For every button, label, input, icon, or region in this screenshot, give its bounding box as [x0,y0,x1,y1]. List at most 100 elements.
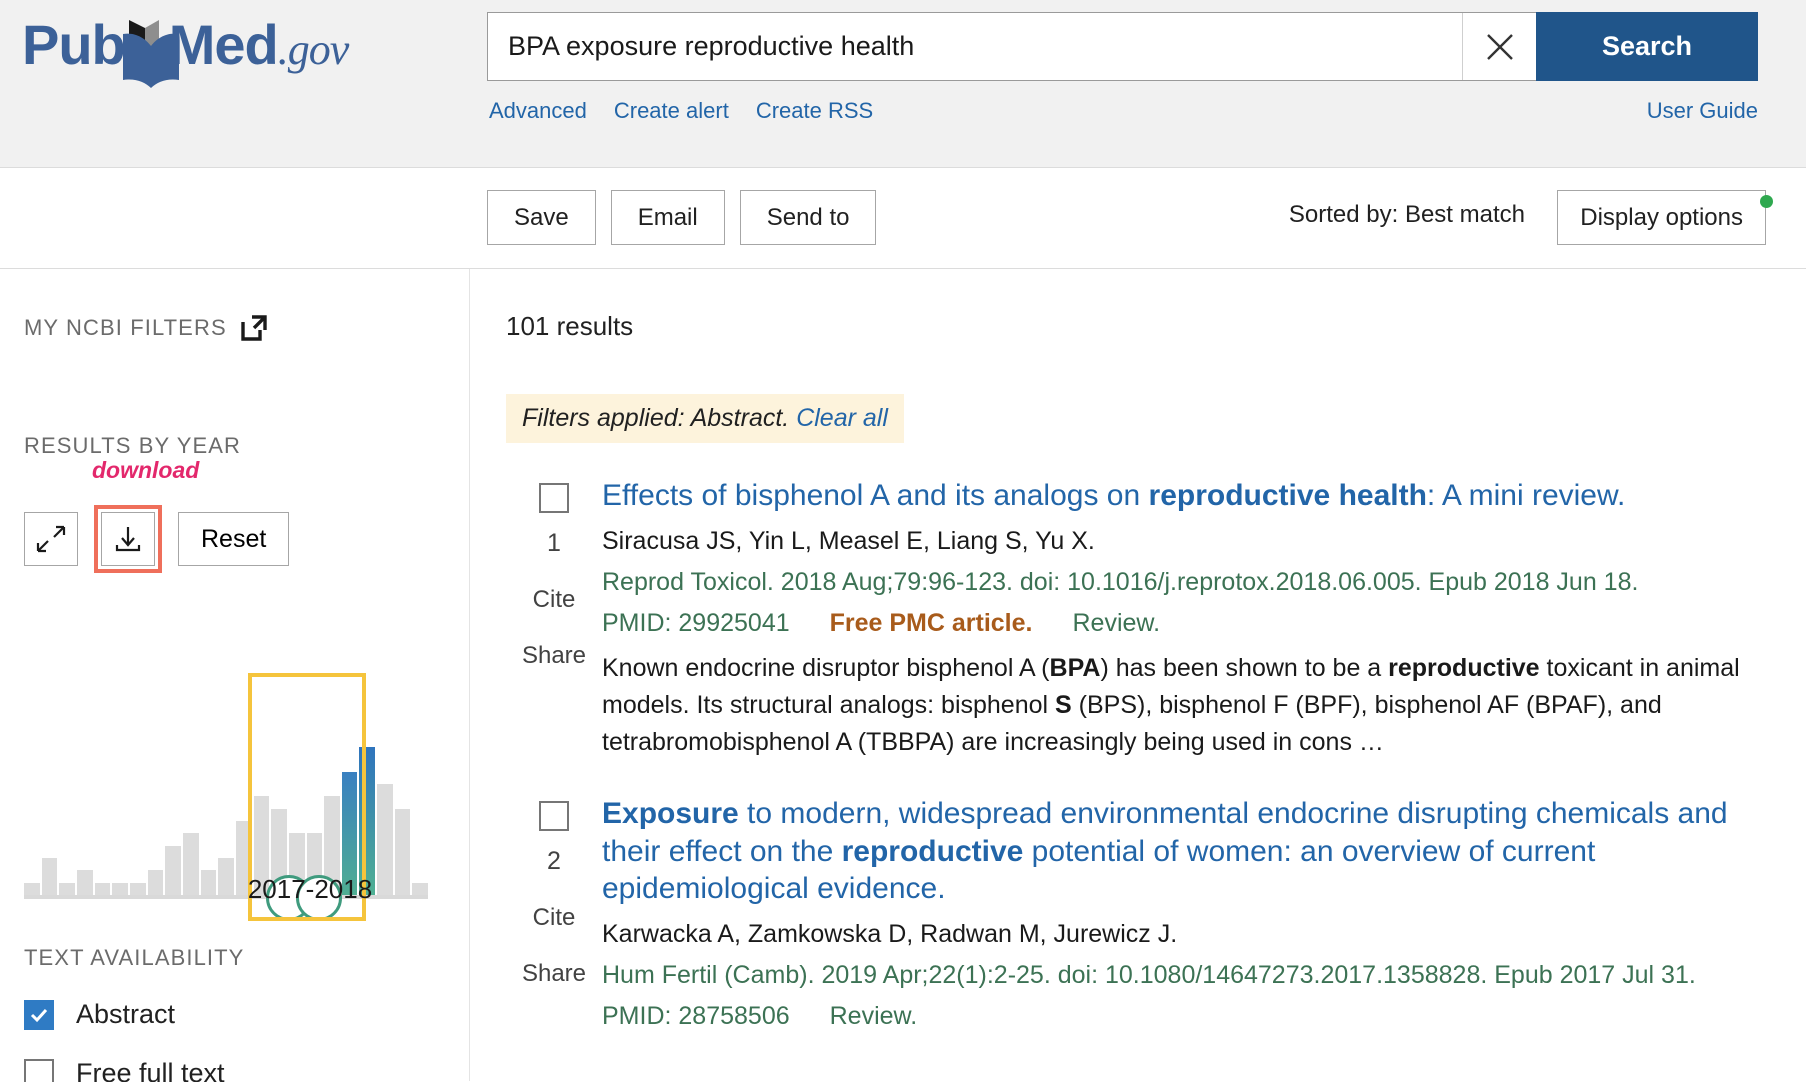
send-to-button[interactable]: Send to [739,190,877,245]
result-meta: PMID: 28758506 Review. [602,1002,1746,1031]
download-annotation-label: download [92,457,200,483]
email-button[interactable]: Email [610,190,725,245]
results-list: 1 Cite Share Effects of bisphenol A and its… [506,477,1746,1031]
create-rss-link[interactable]: Create RSS [756,98,873,124]
filters-applied-text: Filters applied: Abstract. [522,404,790,432]
result-title[interactable]: Exposure to modern, widespread environme… [602,795,1746,908]
close-icon [1486,33,1513,60]
chart-bar[interactable] [394,808,411,895]
display-options-button[interactable]: Display options [1557,190,1766,245]
chart-bar[interactable] [147,870,164,895]
search-box [487,12,1536,81]
reset-chart-button[interactable]: Reset [178,512,290,566]
results-action-bar: Save Email Send to Sorted by: Best match… [0,168,1806,269]
result-checkbox[interactable] [539,483,569,513]
result-citation: Reprod Toxicol. 2018 Aug;79:96-123. doi:… [602,567,1639,596]
result-number: 2 [547,846,561,875]
user-guide-link[interactable]: User Guide [1647,98,1758,124]
logo-text-pub: Pub [22,13,126,76]
chart-bar[interactable] [359,747,376,895]
year-range-labels: 2017 - 2018 [240,874,380,905]
download-icon [115,527,141,552]
chart-bar[interactable] [165,845,181,895]
download-chart-button[interactable] [101,512,155,566]
year-range-end: 2018 [314,874,373,904]
text-availability-section: TEXT AVAILABILITY Abstract Free full tex… [24,945,244,1082]
clear-search-button[interactable] [1462,13,1536,80]
result-pmid: PMID: 29925041 [602,608,790,637]
result-checkbox[interactable] [539,800,569,831]
result-pmid: PMID: 28758506 [602,1002,790,1031]
display-options-label: Display options [1580,203,1743,231]
expand-icon [36,525,66,553]
chart-bar[interactable] [59,882,75,895]
chart-bar[interactable] [200,870,217,895]
cite-link[interactable]: Cite [506,904,602,932]
result-authors: Karwacka A, Zamkowska D, Radwan M, Jurew… [602,920,1178,949]
result-actions-column: 2 Cite Share [506,795,602,1031]
search-bar: Search [487,12,1758,81]
filters-applied-banner: Filters applied: Abstract. Clear all [506,394,904,443]
chart-bar[interactable] [41,858,58,895]
chart-bar[interactable] [112,882,128,895]
share-link[interactable]: Share [506,960,602,988]
results-main: 101 results Filters applied: Abstract. C… [470,269,1806,1081]
site-header: Pub Med .gov Search Advanced Create ale [0,0,1806,168]
pubmed-logo[interactable]: Pub Med .gov [22,12,350,88]
display-options-indicator [1760,195,1773,208]
expand-chart-button[interactable] [24,512,78,566]
logo-text-gov: .gov [277,25,350,74]
result-publication-type: Review. [1072,608,1161,637]
chart-bar[interactable] [182,833,199,895]
my-ncbi-filters-label: MY NCBI FILTERS [24,315,227,340]
abstract-label: Abstract [76,999,176,1029]
chart-bar[interactable] [76,870,93,895]
chart-bar[interactable] [412,882,429,895]
search-subnav: Advanced Create alert Create RSS [489,98,873,124]
results-by-year-section: RESULTS BY YEAR download [24,433,469,483]
my-ncbi-filters-row[interactable]: MY NCBI FILTERS [24,315,469,341]
result-publication-type: Review. [829,1002,918,1031]
result-authors: Siracusa JS, Yin L, Measel E, Liang S, Y… [602,526,1095,555]
results-by-year-chart[interactable] [24,747,429,947]
search-input[interactable] [488,31,1462,62]
filters-sidebar: MY NCBI FILTERS RESULTS BY YEAR download [0,269,470,1082]
download-button-highlight [94,505,162,573]
results-count: 101 results [506,311,634,341]
chart-controls: Reset [24,505,469,573]
filter-abstract[interactable]: Abstract [24,999,244,1030]
advanced-link[interactable]: Advanced [489,98,587,124]
sorted-by-label[interactable]: Sorted by: Best match [1289,201,1525,229]
result-actions-column: 1 Cite Share [506,477,602,761]
result-snippet: Known endocrine disruptor bisphenol A (B… [602,653,1740,756]
clear-all-link[interactable]: Clear all [796,404,888,432]
chart-bars [24,747,429,895]
cite-link[interactable]: Cite [506,586,602,614]
result-meta: PMID: 29925041 Free PMC article. Review. [602,609,1746,638]
result-title[interactable]: Effects of bisphenol A and its analogs o… [602,477,1746,515]
results-by-year-label: RESULTS BY YEAR [24,433,242,458]
result-content: Effects of bisphenol A and its analogs o… [602,477,1746,761]
chart-bar[interactable] [24,882,40,895]
free-pmc-badge: Free PMC article. [829,608,1033,637]
result-content: Exposure to modern, widespread environme… [602,795,1746,1031]
chart-bar[interactable] [94,882,111,895]
chart-bar[interactable] [218,858,234,895]
result-item: 2 Cite Share Exposure to modern, widespread… [506,795,1746,1031]
search-button[interactable]: Search [1536,12,1758,81]
check-icon [30,1008,48,1022]
result-number: 1 [547,529,561,557]
share-link[interactable]: Share [506,642,602,670]
page-body: MY NCBI FILTERS RESULTS BY YEAR download [0,269,1806,1082]
free-full-text-label: Free full text [76,1058,225,1082]
create-alert-link[interactable]: Create alert [614,98,729,124]
filter-free-full-text[interactable]: Free full text [24,1058,244,1082]
save-button[interactable]: Save [487,190,596,245]
result-citation: Hum Fertil (Camb). 2019 Apr;22(1):2-25. … [602,961,1696,990]
chart-bar[interactable] [129,882,146,895]
text-availability-label: TEXT AVAILABILITY [24,945,245,970]
logo-text-med: Med [168,13,279,76]
result-item: 1 Cite Share Effects of bisphenol A and its… [506,477,1746,761]
abstract-checkbox[interactable] [24,999,54,1030]
free-full-text-checkbox[interactable] [24,1058,54,1082]
